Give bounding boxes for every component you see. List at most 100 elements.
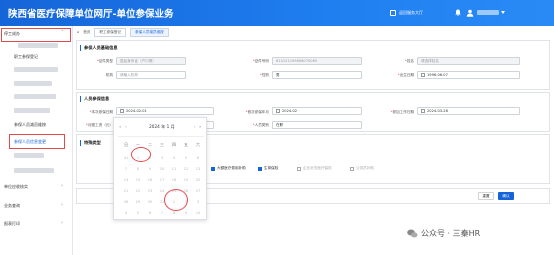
chevron-right-icon: ›	[61, 202, 63, 208]
calendar-day[interactable]: 3	[156, 156, 168, 160]
calendar-day[interactable]: 30	[144, 200, 156, 204]
tab-add-member[interactable]: 参保人员增员维按	[130, 27, 169, 37]
id-no-input[interactable]: 610121199606070065	[272, 57, 362, 65]
wechat-icon	[407, 229, 418, 238]
calendar-day[interactable]: 19	[180, 178, 192, 182]
calendar-day[interactable]: 5	[132, 211, 144, 215]
calendar-day[interactable]: 6	[192, 156, 204, 160]
calendar-day[interactable]: 3	[192, 200, 204, 204]
weekday: 四	[172, 142, 176, 147]
calendar-icon	[276, 109, 280, 113]
name-input[interactable]: 请选择姓名	[417, 57, 520, 65]
basic-info-panel	[76, 40, 550, 90]
calendar-day[interactable]: 18	[168, 178, 180, 182]
weekday: 五	[184, 142, 188, 147]
name-label: *姓名	[405, 59, 414, 63]
id-type-select[interactable]: 居民身份证（户口簿）	[116, 57, 186, 65]
checkbox-supplementary[interactable]: 企业补充医疗保险	[297, 166, 332, 171]
work-date-input[interactable]: 2024-03-28	[417, 107, 520, 115]
calendar-day[interactable]: 4	[168, 156, 180, 160]
date-picker-popup: « ‹ 2024 年 1 月 › » 日 一 二 三 四 五 六 31 1 2 3 4 5…	[113, 117, 207, 220]
tab-register[interactable]: 职工参保登记	[94, 27, 127, 37]
sidebar-item-report[interactable]: 报表打印	[4, 221, 20, 227]
confirm-button[interactable]: 确认	[498, 192, 514, 200]
salary-label: *月缴工资（元）	[86, 123, 113, 127]
calendar-day[interactable]: 12	[180, 167, 192, 171]
breadcrumb: ⌂ 首页 职工参保登记 参保人员增员维按	[77, 27, 169, 37]
start-date-label: *本次参保日期	[89, 110, 113, 114]
calendar-day[interactable]: 31	[120, 156, 132, 160]
prev-month-button[interactable]: ‹	[125, 124, 127, 129]
sidebar-item-register[interactable]: 职工参保登记	[14, 54, 38, 60]
checkbox-civil-servant[interactable]: 公务员补助	[350, 166, 374, 171]
id-no-label: *证件号码	[252, 59, 269, 63]
calendar-day[interactable]: 11	[168, 167, 180, 171]
calendar-day[interactable]: 16	[144, 178, 156, 182]
sidebar-item-receivable[interactable]: 单位应收核实	[4, 184, 28, 190]
calendar-day[interactable]: 21	[120, 189, 132, 193]
person-type-label: *人员类别	[252, 123, 269, 127]
blurred-item	[14, 108, 50, 113]
service-hall-link[interactable]: 返回服务大厅	[390, 10, 423, 16]
calendar-day[interactable]: 8	[132, 167, 144, 171]
calendar-day[interactable]: 6	[144, 211, 156, 215]
weekday: 六	[196, 142, 200, 147]
checkbox-box[interactable]	[258, 166, 262, 171]
calendar-day[interactable]: 22	[132, 189, 144, 193]
first-payment-label: *首次参保年月	[245, 110, 269, 114]
calendar-day[interactable]: 8	[168, 211, 180, 215]
crumb-home[interactable]: 首页	[83, 30, 90, 35]
chevron-right-icon: ›	[61, 183, 63, 189]
bell-icon[interactable]	[455, 9, 461, 16]
calendar-day[interactable]: 15	[132, 178, 144, 182]
watermark: 公众号 · 三秦HR	[407, 228, 480, 239]
org-input[interactable]: 请输入机构	[116, 71, 186, 79]
calendar-day[interactable]: 29	[132, 200, 144, 204]
calendar-title: 2024 年 1 月	[149, 124, 175, 129]
calendar-day[interactable]: 13	[192, 167, 204, 171]
calendar-day[interactable]: 7	[156, 211, 168, 215]
chevron-down-icon[interactable]	[501, 11, 505, 14]
person-type-select[interactable]: 在职	[272, 121, 362, 129]
checkbox-major-medical[interactable]: 大额医疗费用补助	[211, 166, 246, 171]
calendar-day[interactable]: 10	[192, 211, 204, 215]
blurred-item	[14, 81, 52, 86]
calendar-day[interactable]: 23	[144, 189, 156, 193]
checkbox-box[interactable]	[211, 166, 215, 171]
birth-input[interactable]: 1996-06-07	[417, 71, 520, 79]
calendar-day[interactable]: 4	[120, 211, 132, 215]
user-name-blurred	[477, 10, 499, 15]
calendar-day[interactable]: 14	[120, 178, 132, 182]
calendar-day[interactable]: 28	[120, 200, 132, 204]
calendar-day[interactable]: 5	[180, 156, 192, 160]
calendar-day[interactable]: 7	[120, 167, 132, 171]
user-icon[interactable]	[466, 9, 474, 17]
calendar-day[interactable]: 9	[144, 167, 156, 171]
blurred-item	[18, 43, 58, 48]
calendar-day[interactable]: 10	[156, 167, 168, 171]
first-payment-input[interactable]: 2024-02	[272, 107, 362, 115]
checkbox-box[interactable]	[350, 166, 354, 171]
reset-button[interactable]: 重置	[478, 192, 494, 200]
highlight-circle-day1	[131, 147, 151, 162]
gender-select[interactable]: 男	[272, 71, 362, 79]
sidebar-item-reduce[interactable]: 参保人员减员维按	[14, 122, 46, 128]
blurred-item	[14, 168, 54, 173]
chevron-right-icon: ›	[61, 220, 63, 226]
weekday: 日	[124, 142, 128, 147]
sidebar-item-query[interactable]: 业务查询	[4, 203, 20, 209]
calendar-day[interactable]: 9	[180, 211, 192, 215]
prev-year-button[interactable]: «	[119, 124, 121, 129]
next-year-button[interactable]: »	[199, 124, 201, 129]
home-icon[interactable]: ⌂	[77, 30, 79, 34]
checkbox-maternity[interactable]: 生育保险	[258, 166, 278, 171]
top-header: 陕西省医疗保障单位网厅-单位参保业务 返回服务大厅	[0, 0, 554, 26]
start-date-input[interactable]: 2024-02-01	[116, 107, 214, 115]
checkbox-box[interactable]	[297, 166, 301, 171]
calendar-day[interactable]: 20	[192, 178, 204, 182]
next-month-button[interactable]: ›	[194, 124, 196, 129]
app-title: 陕西省医疗保障单位网厅-单位参保业务	[8, 9, 174, 20]
calendar-day[interactable]: 27	[192, 189, 204, 193]
calendar-day[interactable]: 17	[156, 178, 168, 182]
highlight-circle-day1-next	[164, 189, 188, 211]
